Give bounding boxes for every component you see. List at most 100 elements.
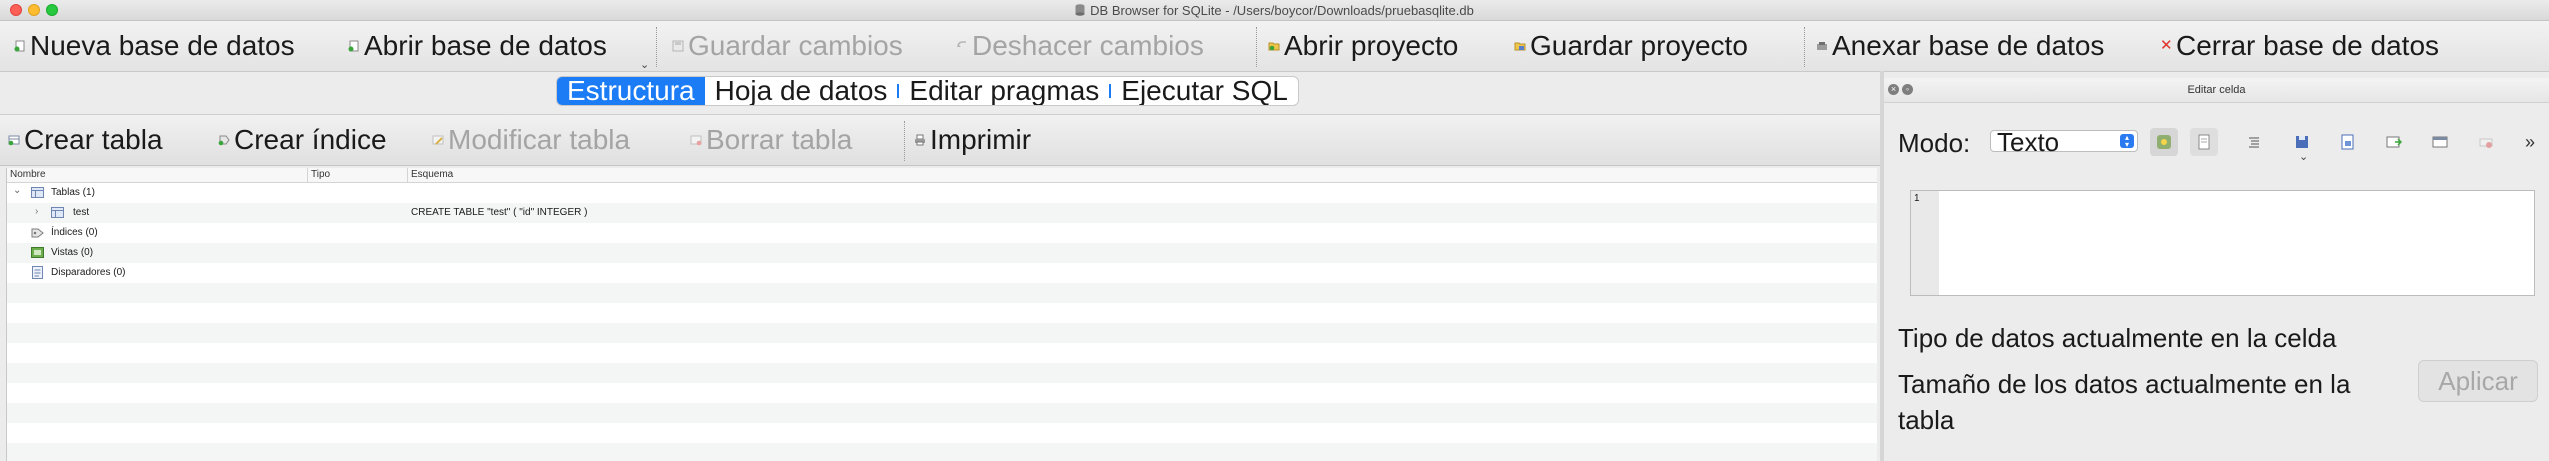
tree-row-name: test	[73, 207, 90, 218]
tree-row[interactable]: Índices (0)	[7, 223, 1877, 243]
attach-database-button[interactable]: Anexar base de datos	[1816, 30, 2105, 61]
save-project-icon	[1514, 42, 1526, 51]
save-icon	[2296, 136, 2308, 148]
tab-edit-pragmas[interactable]: Editar pragmas	[899, 77, 1109, 105]
data-size-label-line1: Tamaño de los datos actualmente en la	[1898, 369, 2351, 399]
export-button[interactable]	[2380, 128, 2408, 156]
tree-body: ⌄ Tablas (1) › test CREATE TABLE "test" …	[7, 183, 1877, 461]
line-number-gutter: 1	[1911, 191, 1939, 295]
tree-empty-row	[7, 383, 1877, 403]
toolbar-separator	[1804, 27, 1805, 67]
format-lines-icon	[2249, 137, 2259, 148]
undo-changes-label: Deshacer cambios	[972, 30, 1204, 61]
save-changes-button[interactable]: Guardar cambios	[672, 30, 903, 61]
save-project-label: Guardar proyecto	[1530, 30, 1748, 61]
window-title-bar: DB Browser for SQLite - /Users/boycor/Do…	[0, 0, 2549, 21]
create-index-icon	[218, 135, 230, 146]
create-index-button[interactable]: Crear índice	[218, 124, 387, 155]
tree-row-name: Disparadores (0)	[51, 267, 126, 278]
open-project-icon	[1268, 42, 1280, 51]
select-arrows-icon: ▴ ▾	[2120, 134, 2134, 149]
tree-empty-row	[7, 283, 1877, 303]
auto-mode-icon	[2157, 135, 2171, 149]
open-project-label: Abrir proyecto	[1284, 30, 1459, 61]
create-table-label: Crear tabla	[24, 124, 163, 155]
close-database-button[interactable]: ✕ Cerrar base de datos	[2160, 30, 2440, 61]
tree-empty-row	[7, 403, 1877, 423]
auto-switch-mode-button[interactable]	[2150, 128, 2178, 156]
import-icon	[2341, 134, 2354, 150]
chevron-down-icon[interactable]: ⌄	[640, 58, 649, 71]
new-database-label: Nueva base de datos	[30, 30, 295, 61]
panel-splitter[interactable]	[1880, 71, 1884, 461]
tab-structure[interactable]: Estructura	[557, 77, 705, 105]
chevron-down-icon[interactable]: ⌄	[2299, 150, 2308, 163]
clear-icon	[2479, 138, 2493, 148]
document-icon	[2198, 134, 2210, 150]
delete-table-icon	[690, 135, 702, 146]
view-icon	[31, 247, 44, 258]
column-header-name[interactable]: Nombre	[10, 169, 46, 180]
attach-database-icon	[1817, 42, 1827, 50]
more-tools-chevron-icon[interactable]: »	[2516, 128, 2544, 156]
index-icon	[31, 228, 44, 238]
tree-row[interactable]: ⌄ Tablas (1)	[7, 183, 1877, 203]
column-divider	[407, 168, 408, 182]
window-title-text: DB Browser for SQLite - /Users/boycor/Do…	[1090, 3, 1474, 18]
toolbar-separator	[1256, 27, 1257, 67]
tree-row[interactable]: Disparadores (0)	[7, 263, 1877, 283]
modify-table-button[interactable]: Modificar tabla	[432, 124, 630, 155]
chevron-right-icon[interactable]: ›	[35, 206, 38, 217]
attach-database-label: Anexar base de datos	[1832, 30, 2105, 61]
open-database-button[interactable]: Abrir base de datos	[348, 30, 607, 61]
main-tabs: Estructura Hoja de datos Editar pragmas …	[556, 76, 1299, 106]
close-icon: ✕	[2160, 37, 2173, 54]
toolbar-separator	[904, 121, 905, 161]
window-icon	[2432, 136, 2448, 148]
column-header-schema[interactable]: Esquema	[411, 169, 453, 180]
undo-changes-icon	[957, 41, 966, 48]
table-icon	[51, 207, 64, 218]
edit-cell-header: × ◦ Editar celda	[1884, 78, 2549, 103]
tree-row[interactable]: Vistas (0)	[7, 243, 1877, 263]
schema-tree[interactable]: Nombre Tipo Esquema ⌄ Tablas (1) › test	[6, 168, 1877, 461]
mode-select[interactable]: Texto ▴ ▾	[1990, 129, 2138, 155]
column-divider	[307, 168, 308, 182]
word-wrap-button[interactable]	[2190, 128, 2218, 156]
open-project-button[interactable]: Abrir proyecto	[1268, 30, 1459, 61]
save-changes-icon	[672, 40, 684, 52]
tree-empty-row	[7, 303, 1877, 323]
mode-select-value: Texto	[1997, 127, 2060, 157]
data-size-label-line2: tabla	[1898, 405, 1955, 435]
undo-changes-button[interactable]: Deshacer cambios	[956, 30, 1204, 61]
set-null-button[interactable]	[2426, 128, 2454, 156]
print-button[interactable]: Imprimir	[914, 124, 1031, 155]
column-header-type[interactable]: Tipo	[311, 169, 330, 180]
window-title: DB Browser for SQLite - /Users/boycor/Do…	[0, 3, 2549, 18]
save-changes-label: Guardar cambios	[688, 30, 903, 61]
tree-empty-row	[7, 363, 1877, 383]
new-database-button[interactable]: Nueva base de datos	[14, 30, 295, 61]
data-type-label: Tipo de datos actualmente en la celda	[1898, 323, 2337, 353]
tree-empty-row	[7, 443, 1877, 461]
save-project-button[interactable]: Guardar proyecto	[1514, 30, 1748, 61]
export-icon	[2386, 136, 2402, 148]
mode-label: Modo:	[1898, 128, 1971, 158]
modify-table-icon	[432, 135, 444, 145]
tree-row[interactable]: › test CREATE TABLE "test" ( "id" INTEGE…	[7, 203, 1877, 223]
tree-row-name: Vistas (0)	[51, 247, 94, 258]
clear-button[interactable]	[2472, 128, 2500, 156]
line-number: 1	[1914, 193, 1920, 204]
create-table-button[interactable]: Crear tabla	[8, 124, 163, 155]
open-database-label: Abrir base de datos	[364, 30, 607, 61]
import-button[interactable]	[2334, 128, 2362, 156]
tab-execute-sql[interactable]: Ejecutar SQL	[1111, 77, 1298, 105]
tab-data-sheet[interactable]: Hoja de datos	[705, 77, 898, 105]
cell-editor[interactable]: 1	[1910, 190, 2535, 296]
apply-button[interactable]: Aplicar	[2418, 360, 2538, 402]
chevron-down-icon[interactable]: ⌄	[13, 185, 21, 196]
delete-table-button[interactable]: Borrar tabla	[690, 124, 852, 155]
close-database-label: Cerrar base de datos	[2176, 30, 2440, 61]
open-database-icon	[348, 40, 359, 52]
indent-button[interactable]	[2240, 128, 2268, 156]
